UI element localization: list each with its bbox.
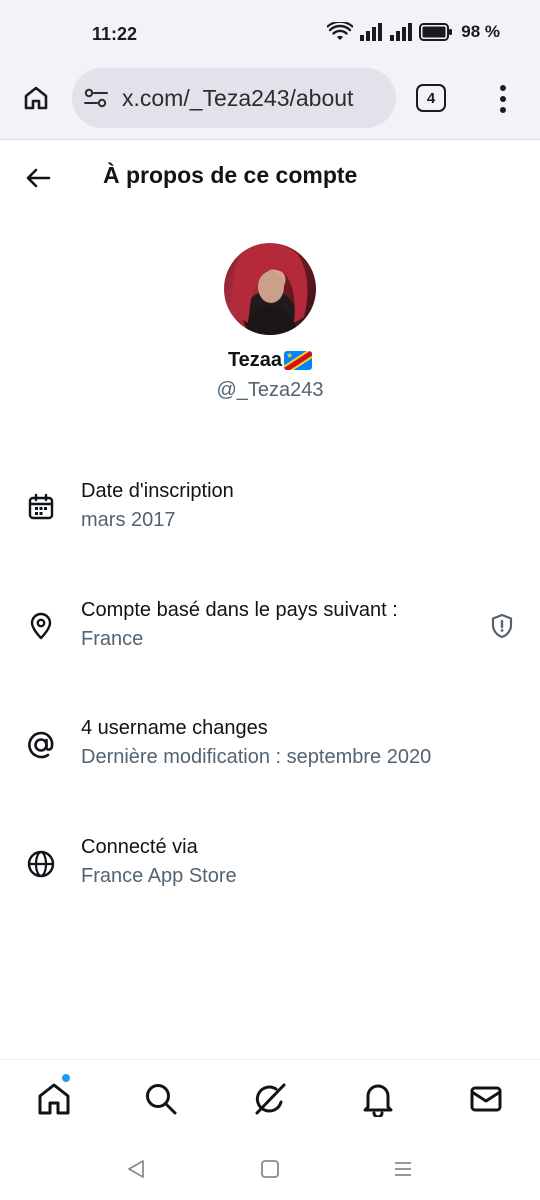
grok-icon — [255, 1083, 286, 1115]
display-name: Tezaa ★ — [0, 349, 540, 372]
flag-icon: ★ — [284, 351, 313, 370]
shield-icon[interactable] — [489, 613, 515, 639]
address-bar[interactable]: x.com/_Teza243/about — [72, 68, 396, 128]
info-value: Dernière modification : septembre 2020 — [81, 746, 432, 768]
user-handle: @_Teza243 — [216, 379, 324, 401]
signal-icon — [390, 23, 413, 41]
notification-dot — [61, 1073, 71, 1083]
nav-back-icon[interactable] — [122, 1155, 150, 1183]
browser-chrome: 11:22 98 % x.com/_Teza243/about 4 — [0, 0, 540, 140]
wifi-icon — [327, 22, 354, 40]
back-arrow-icon[interactable] — [22, 162, 54, 194]
info-title: Compte basé dans le pays suivant : — [81, 599, 398, 621]
globe-icon — [25, 848, 57, 880]
home-icon — [24, 86, 48, 110]
signal-icon — [360, 23, 383, 41]
info-value: mars 2017 — [81, 509, 176, 531]
home-icon — [38, 1083, 70, 1115]
info-row-join-date: Date d'inscription mars 2017 — [0, 480, 540, 550]
info-value: France — [81, 628, 144, 650]
status-time: 11:22 — [92, 24, 138, 44]
mail-icon — [470, 1086, 502, 1112]
battery-percent: 98 % — [461, 22, 500, 41]
info-title: Date d'inscription — [81, 480, 234, 502]
info-row-country: Compte basé dans le pays suivant : Franc… — [0, 599, 540, 669]
notifications-tab[interactable] — [358, 1079, 398, 1119]
bell-icon — [363, 1084, 393, 1117]
location-pin-icon — [25, 610, 57, 642]
system-navigation-bar — [0, 1139, 540, 1200]
site-settings-icon[interactable] — [82, 84, 110, 112]
tab-switcher-button[interactable]: 4 — [416, 84, 446, 112]
bottom-tab-bar — [0, 1059, 540, 1139]
search-icon — [146, 1084, 177, 1115]
home-tab[interactable] — [34, 1079, 74, 1119]
avatar[interactable] — [224, 243, 316, 335]
at-sign-icon — [25, 729, 57, 761]
display-name-text: Tezaa — [227, 349, 283, 371]
nav-menu-icon[interactable] — [389, 1155, 417, 1183]
url-text: x.com/_Teza243/about — [122, 84, 354, 111]
battery-icon — [419, 23, 453, 41]
info-row-connected-via: Connecté via France App Store — [0, 836, 540, 906]
info-title: 4 username changes — [81, 717, 268, 739]
grok-tab[interactable] — [250, 1079, 290, 1119]
search-tab[interactable] — [141, 1079, 181, 1119]
info-value: France App Store — [81, 865, 237, 887]
status-icons: 98 % — [327, 22, 500, 42]
more-options-icon[interactable] — [494, 82, 512, 116]
info-row-username-changes: 4 username changes Dernière modification… — [0, 717, 540, 787]
calendar-icon — [25, 491, 57, 523]
nav-home-icon[interactable] — [256, 1155, 284, 1183]
avatar-image — [232, 244, 308, 335]
info-title: Connecté via — [81, 836, 198, 858]
page-title: À propos de ce compte — [103, 162, 358, 188]
browser-home-button[interactable] — [16, 78, 56, 118]
messages-tab[interactable] — [466, 1079, 506, 1119]
